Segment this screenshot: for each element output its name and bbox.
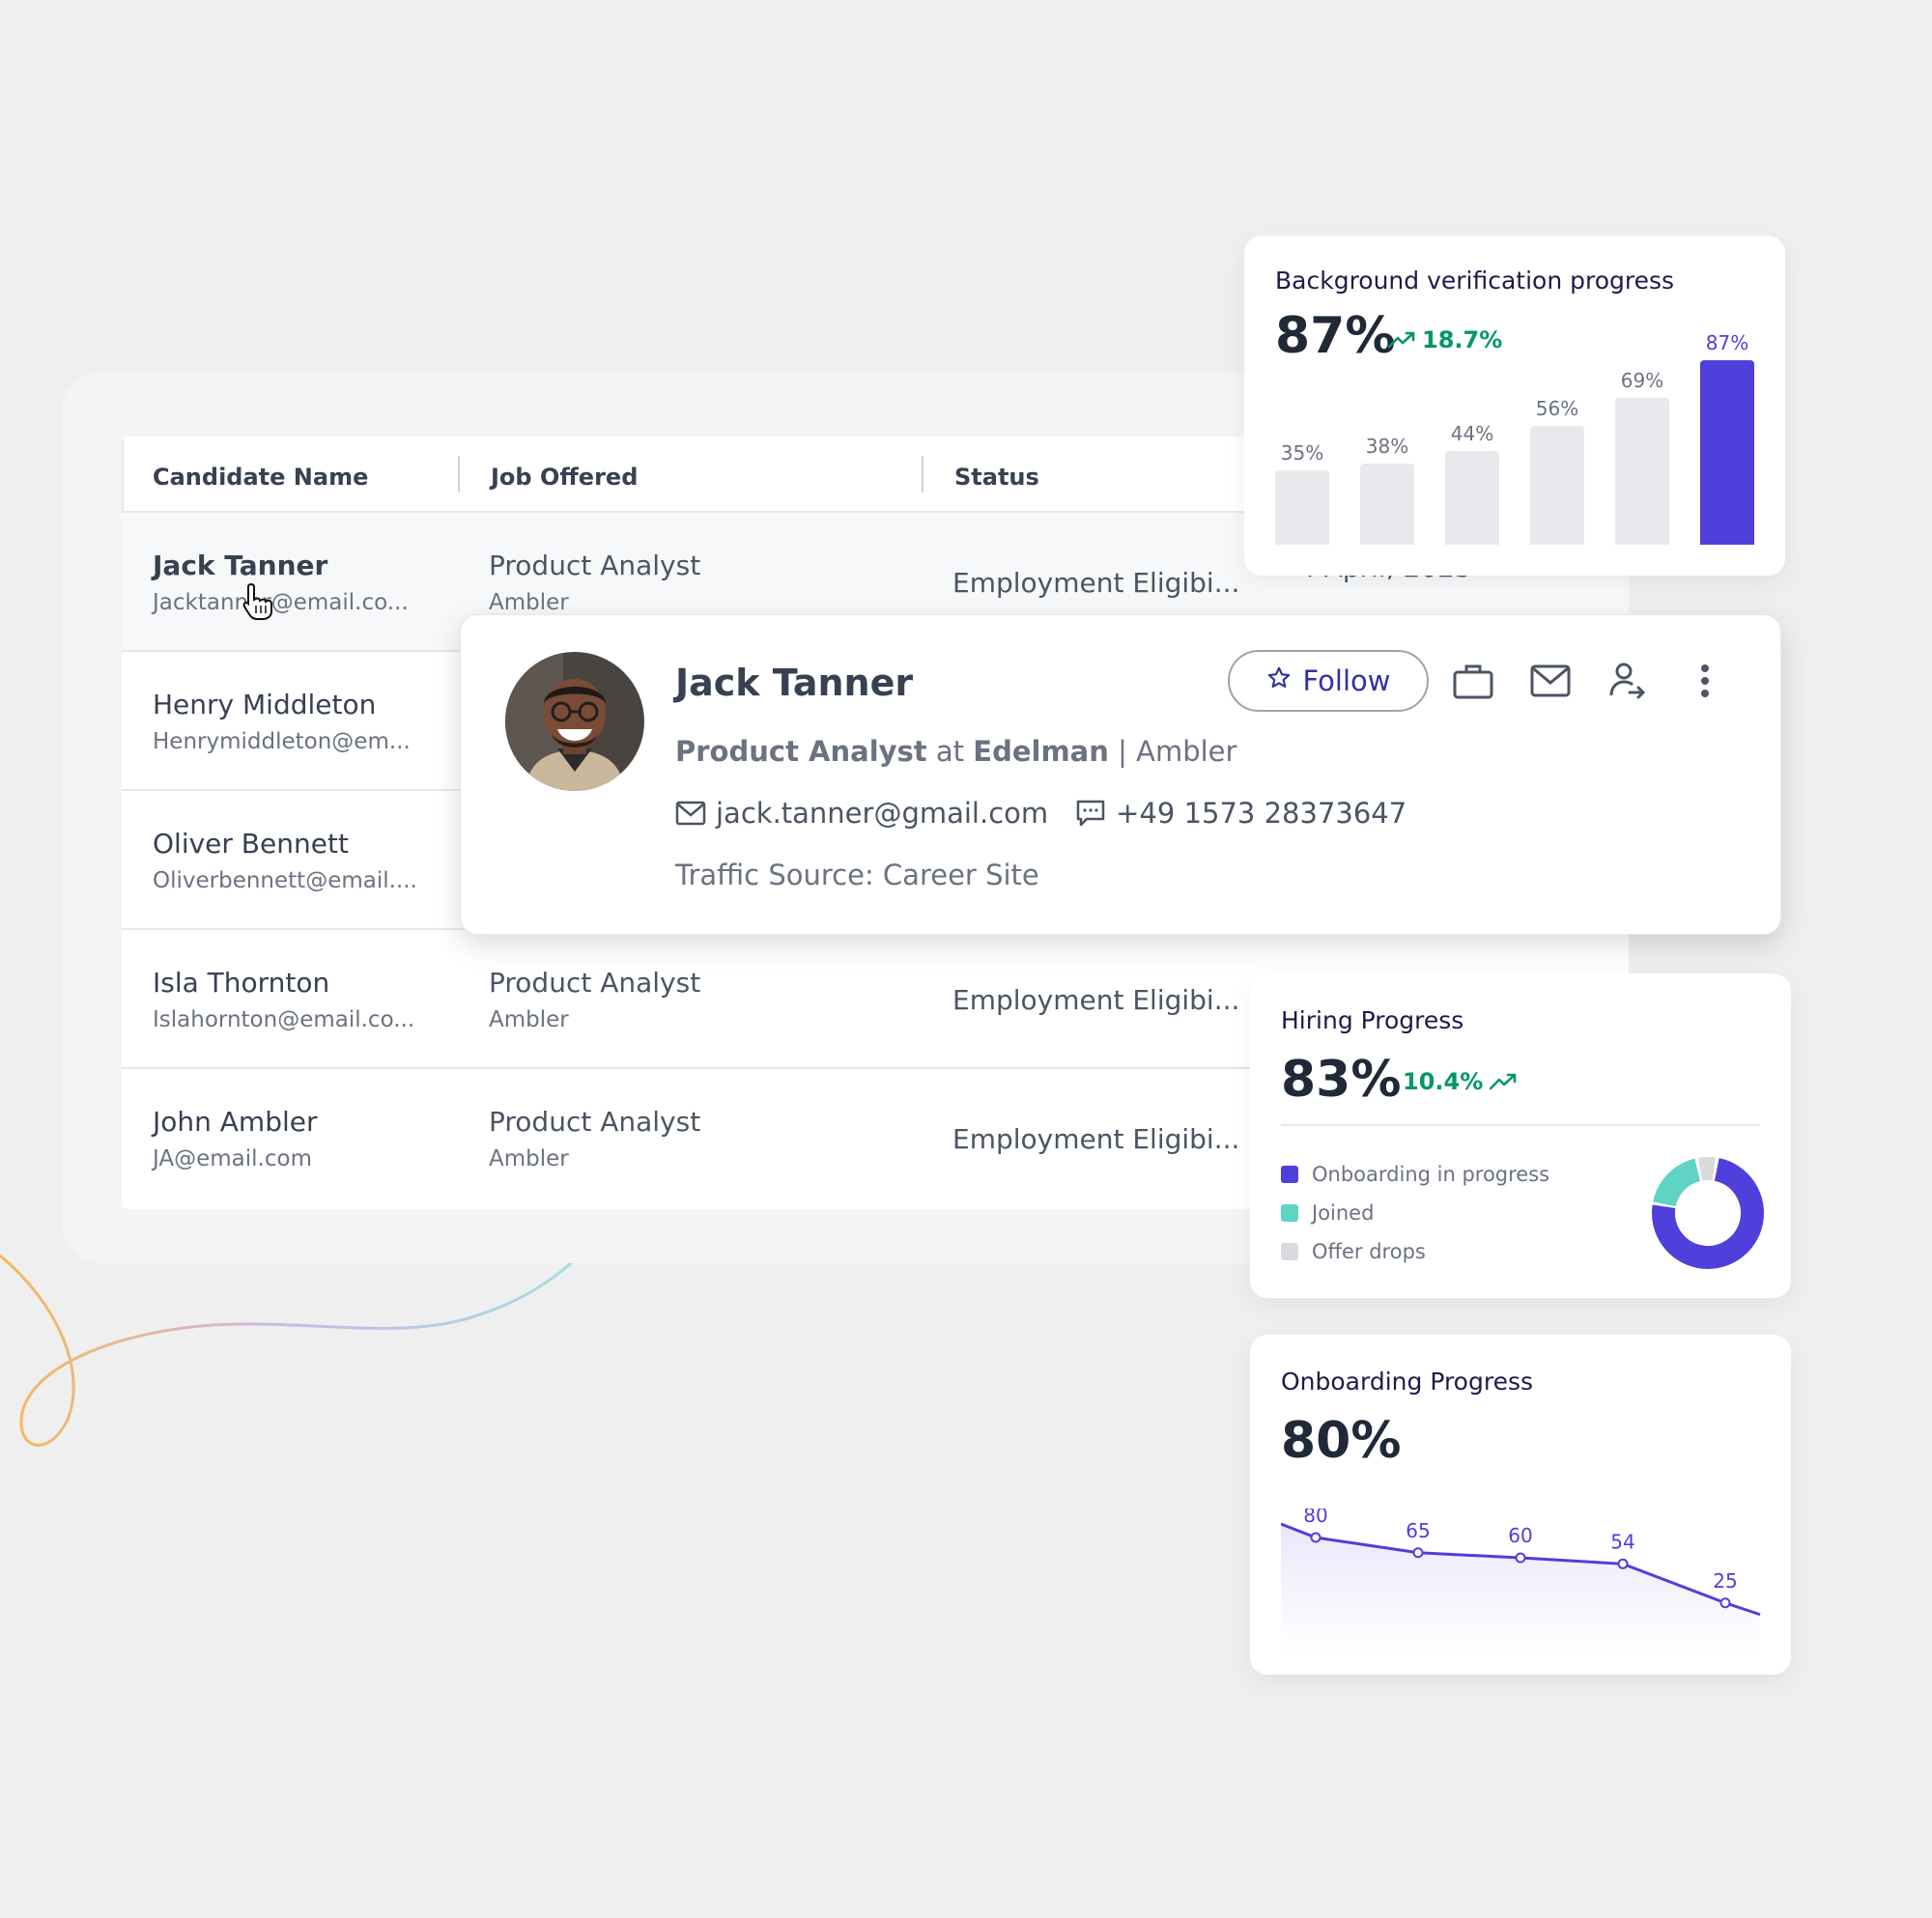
line-point bbox=[1515, 1552, 1526, 1564]
line-point bbox=[1310, 1532, 1321, 1543]
follow-button[interactable]: Follow bbox=[1228, 650, 1429, 712]
column-header-job-offered[interactable]: Job Offered bbox=[491, 464, 638, 491]
chart-bar bbox=[1445, 451, 1499, 545]
chart-bar bbox=[1275, 470, 1329, 545]
profile-company: Edelman bbox=[973, 735, 1109, 768]
candidate-status: Employment Eligibi... bbox=[952, 567, 1240, 599]
column-divider[interactable] bbox=[458, 456, 460, 493]
candidate-profile-card: Jack Tanner Follow Product Analyst at Ed… bbox=[460, 614, 1781, 935]
line-point bbox=[1412, 1547, 1424, 1559]
chart-bar bbox=[1615, 398, 1669, 545]
legend-item: Onboarding in progress bbox=[1281, 1163, 1549, 1186]
candidate-email: JA@email.com bbox=[153, 1146, 312, 1171]
bar-data-label: 38% bbox=[1365, 435, 1409, 459]
card-value: 87% bbox=[1275, 307, 1396, 365]
column-header-status[interactable]: Status bbox=[954, 464, 1039, 491]
job-title: Product Analyst bbox=[489, 1106, 701, 1138]
legend-swatch bbox=[1281, 1166, 1298, 1183]
bar-data-label: 87% bbox=[1705, 330, 1749, 354]
briefcase-icon[interactable] bbox=[1450, 658, 1496, 704]
card-value: 83% bbox=[1281, 1051, 1402, 1109]
card-delta: 10.4% bbox=[1403, 1068, 1518, 1095]
trend-up-icon bbox=[1489, 1073, 1517, 1090]
profile-email[interactable]: jack.tanner@gmail.com bbox=[716, 797, 1048, 830]
profile-role: Product Analyst bbox=[675, 735, 927, 768]
profile-separator: | bbox=[1118, 735, 1127, 768]
candidate-name[interactable]: Jack Tanner bbox=[153, 550, 327, 581]
legend-swatch bbox=[1281, 1204, 1298, 1222]
star-icon bbox=[1266, 664, 1292, 697]
legend-label: Offer drops bbox=[1312, 1240, 1426, 1263]
line-data-label: 65 bbox=[1406, 1519, 1430, 1542]
job-company: Ambler bbox=[489, 1007, 569, 1032]
more-vertical-icon[interactable] bbox=[1682, 658, 1728, 704]
chart-bar bbox=[1360, 464, 1414, 545]
profile-name: Jack Tanner bbox=[675, 662, 914, 704]
candidate-email: Oliverbennett@email.... bbox=[153, 868, 417, 893]
candidate-name[interactable]: Oliver Bennett bbox=[153, 828, 349, 860]
transfer-user-icon[interactable] bbox=[1605, 658, 1651, 704]
candidate-name[interactable]: Henry Middleton bbox=[153, 689, 376, 720]
line-data-label: 54 bbox=[1610, 1530, 1634, 1553]
candidate-status: Employment Eligibi... bbox=[952, 984, 1240, 1016]
bar-data-label: 69% bbox=[1620, 369, 1664, 393]
candidate-email: Henrymiddleton@em... bbox=[153, 729, 411, 754]
job-company: Ambler bbox=[489, 590, 569, 615]
card-delta-value: 10.4% bbox=[1403, 1068, 1484, 1095]
line-point bbox=[1719, 1597, 1731, 1609]
chart-bar bbox=[1700, 359, 1754, 545]
mail-icon bbox=[675, 801, 706, 826]
card-title: Onboarding Progress bbox=[1281, 1368, 1534, 1396]
profile-client: Ambler bbox=[1136, 735, 1237, 768]
avatar[interactable] bbox=[505, 652, 644, 791]
card-delta: 18.7% bbox=[1387, 326, 1502, 353]
line-point bbox=[1617, 1558, 1629, 1569]
candidate-status: Employment Eligibi... bbox=[952, 1123, 1240, 1155]
legend-swatch bbox=[1281, 1243, 1298, 1260]
hand-cursor-icon bbox=[242, 582, 272, 620]
mail-icon[interactable] bbox=[1527, 658, 1574, 704]
chart-bar bbox=[1530, 425, 1584, 545]
legend-label: Joined bbox=[1312, 1201, 1375, 1225]
profile-phone[interactable]: +49 1573 28373647 bbox=[1116, 797, 1406, 830]
column-divider[interactable] bbox=[922, 456, 923, 493]
card-title: Hiring Progress bbox=[1281, 1006, 1464, 1034]
profile-at: at bbox=[935, 735, 965, 768]
line-data-label: 60 bbox=[1508, 1524, 1532, 1547]
profile-contact-line: jack.tanner@gmail.com +49 1573 28373647 bbox=[675, 797, 1406, 830]
column-header-candidate-name[interactable]: Candidate Name bbox=[153, 464, 368, 491]
job-title: Product Analyst bbox=[489, 550, 701, 581]
job-company: Ambler bbox=[489, 1146, 569, 1171]
candidate-email: Jacktanner@email.co... bbox=[153, 590, 409, 615]
bar-data-label: 56% bbox=[1535, 396, 1579, 420]
hiring-progress-card: Hiring Progress 83% 10.4% Onboarding in … bbox=[1250, 973, 1791, 1298]
profile-traffic-source: Traffic Source: Career Site bbox=[675, 859, 1039, 891]
trend-up-icon bbox=[1387, 331, 1415, 349]
onboarding-line-chart: 80 65 60 54 25 bbox=[1281, 1509, 1761, 1653]
onboarding-progress-card: Onboarding Progress 80% 80 65 60 54 25 bbox=[1250, 1335, 1791, 1675]
line-data-label: 80 bbox=[1303, 1509, 1327, 1527]
card-title: Background verification progress bbox=[1275, 267, 1675, 295]
candidate-email: Islahornton@email.co... bbox=[153, 1007, 415, 1032]
bar-data-label: 35% bbox=[1280, 441, 1324, 465]
profile-role-line: Product Analyst at Edelman | Ambler bbox=[675, 735, 1236, 768]
follow-label: Follow bbox=[1302, 664, 1391, 697]
candidate-name[interactable]: John Ambler bbox=[153, 1106, 318, 1138]
bgv-progress-card: Background verification progress 87% 18.… bbox=[1244, 236, 1785, 576]
candidate-name[interactable]: Isla Thornton bbox=[153, 967, 329, 999]
message-icon bbox=[1075, 799, 1106, 828]
hiring-donut-chart bbox=[1651, 1157, 1764, 1269]
legend-item: Offer drops bbox=[1281, 1240, 1426, 1263]
bar-data-label: 44% bbox=[1450, 422, 1494, 446]
legend-item: Joined bbox=[1281, 1201, 1374, 1225]
card-value: 80% bbox=[1281, 1412, 1402, 1470]
card-divider bbox=[1281, 1124, 1760, 1126]
job-title: Product Analyst bbox=[489, 967, 701, 999]
line-data-label: 25 bbox=[1713, 1569, 1737, 1593]
card-delta-value: 18.7% bbox=[1422, 326, 1503, 353]
legend-label: Onboarding in progress bbox=[1312, 1163, 1550, 1186]
